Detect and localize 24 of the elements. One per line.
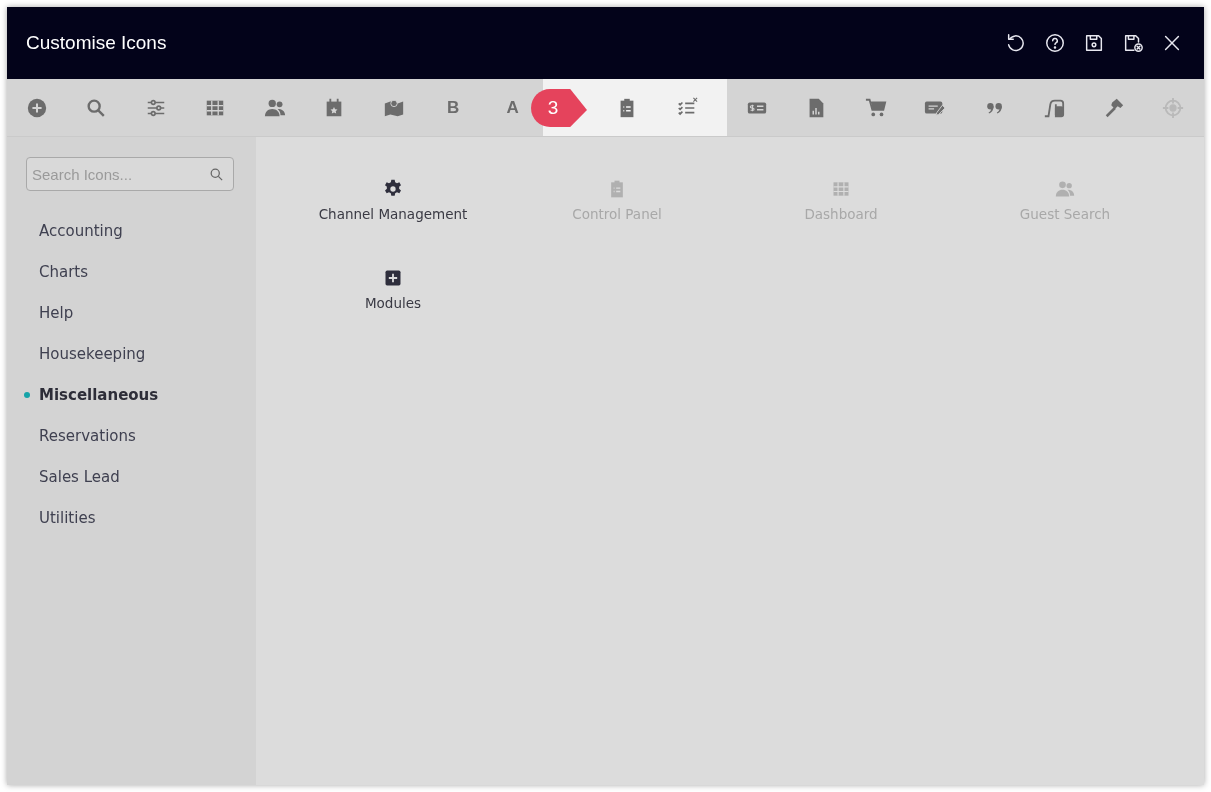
cart-icon xyxy=(864,96,887,119)
toolbar-button[interactable] xyxy=(657,79,727,136)
format-button[interactable]: B xyxy=(423,79,483,136)
category-item[interactable]: Reservations xyxy=(26,425,256,466)
help-icon xyxy=(1044,32,1066,54)
plus-square-icon[interactable] xyxy=(383,268,403,288)
category-item[interactable]: Accounting xyxy=(26,220,256,261)
icon-label: Modules xyxy=(364,295,422,311)
window-title: Customise Icons xyxy=(26,32,167,54)
search-icon xyxy=(209,167,224,182)
plus-circle-icon xyxy=(25,96,48,119)
crosshair-icon xyxy=(1162,96,1185,119)
category-item[interactable]: Sales Lead xyxy=(26,466,256,507)
category-item[interactable]: Housekeeping xyxy=(26,343,256,384)
category-item[interactable]: Help xyxy=(26,302,256,343)
category-item[interactable]: Miscellaneous xyxy=(26,384,256,425)
category-item[interactable]: Charts xyxy=(26,261,256,302)
search-field[interactable]: Search Icons... xyxy=(26,157,234,191)
save-icon xyxy=(1083,32,1105,54)
category-item[interactable]: Utilities xyxy=(26,507,256,548)
undo-icon xyxy=(1005,32,1027,54)
gear-icon[interactable] xyxy=(383,179,403,199)
save-cancel-icon xyxy=(1122,32,1144,54)
icon-label: Channel Management xyxy=(318,206,468,222)
